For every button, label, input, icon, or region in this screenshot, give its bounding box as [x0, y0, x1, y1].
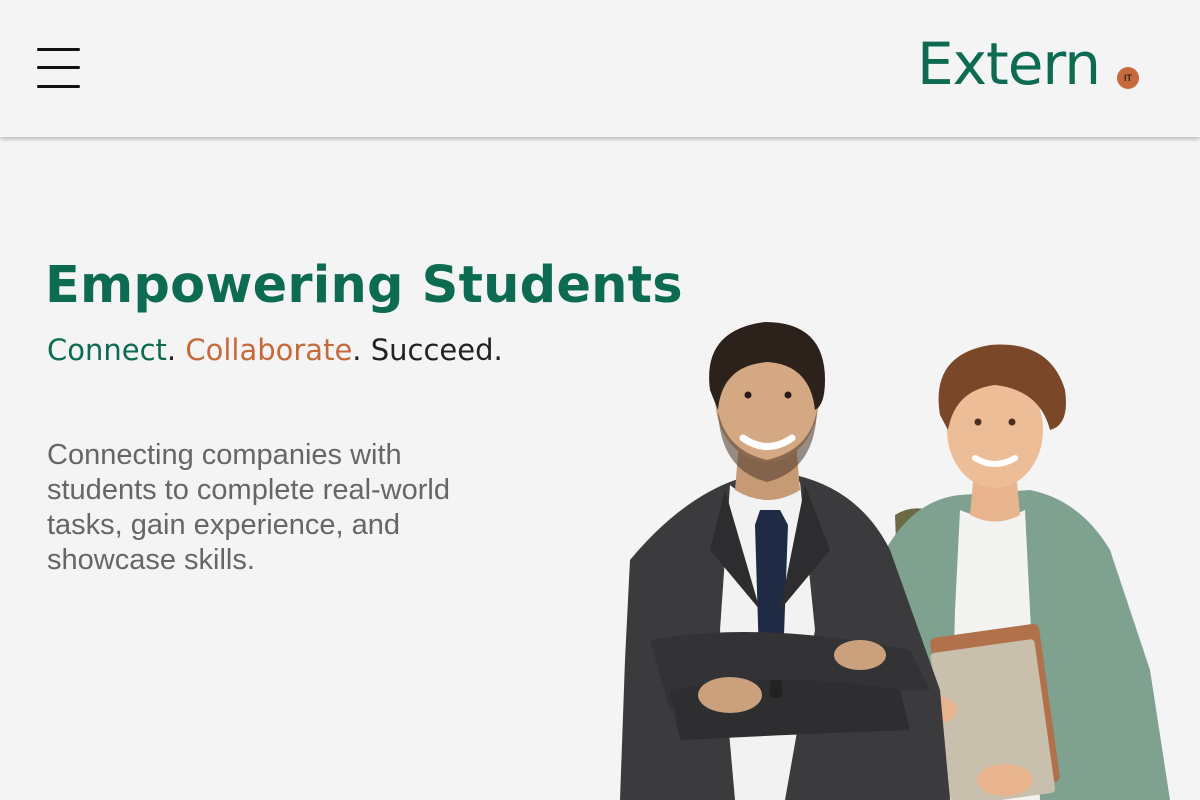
menu-bar — [37, 85, 80, 88]
hamburger-menu-icon[interactable] — [37, 48, 81, 88]
tagline-separator: . — [493, 333, 503, 367]
logo-text: Extern — [917, 30, 1101, 98]
hero-tagline: Connect. Collaborate. Succeed. — [47, 333, 503, 367]
hero-photo — [620, 322, 1170, 800]
extern-logo[interactable]: Extern IT — [917, 32, 1147, 96]
hero-title: Empowering Students — [45, 256, 683, 315]
tagline-connect: Connect — [47, 333, 167, 367]
tagline-collaborate: Collaborate — [185, 333, 353, 367]
site-header: Extern IT — [0, 0, 1200, 137]
logo-badge: IT — [1117, 67, 1139, 89]
menu-bar — [37, 48, 80, 51]
tagline-succeed: Succeed — [370, 333, 494, 367]
tagline-separator: . — [352, 333, 362, 367]
hero-description: Connecting companies with students to co… — [47, 439, 450, 576]
tagline-separator: . — [166, 333, 177, 367]
menu-bar — [37, 66, 80, 69]
